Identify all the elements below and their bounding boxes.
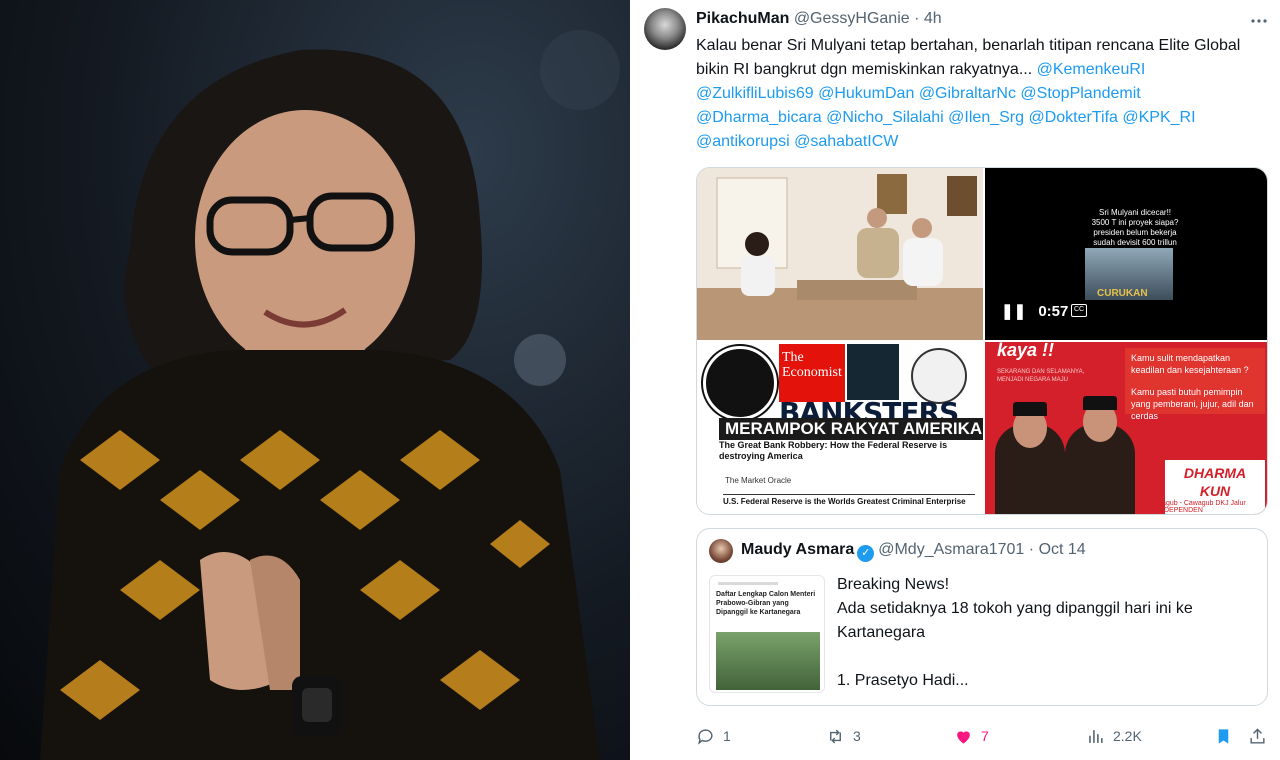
mention-link[interactable]: @ZulkifliLubis69	[696, 85, 814, 102]
tweet-body: Kalau benar Sri Mulyani tetap bertahan, …	[696, 37, 1241, 78]
meeting-photo[interactable]	[697, 168, 983, 340]
quote-line: Breaking News!	[837, 576, 950, 593]
views-chart-icon	[1089, 729, 1103, 743]
quote-avatar[interactable]	[709, 539, 733, 563]
mention-link[interactable]: @DokterTifa	[1028, 109, 1117, 126]
like-count: 7	[981, 728, 989, 744]
media-grid: Sri Mulyani dicecar!! 3500 T ini proyek …	[696, 167, 1268, 515]
mention-link[interactable]: @Dharma_bicara	[696, 109, 822, 126]
poster-cagub: Cagub - Cawagub DKJ Jalur INDEPENDEN	[1157, 500, 1246, 514]
quote-display-name[interactable]: Maudy Asmara	[741, 541, 854, 558]
video-duration: 0:57	[1038, 303, 1069, 320]
video-player[interactable]: Sri Mulyani dicecar!! 3500 T ini proyek …	[985, 168, 1267, 340]
tweet-card[interactable]: PikachuMan @GessyHGanie · 4h Kalau benar…	[630, 0, 1280, 760]
quote-line: 1. Prasetyo Hadi...	[837, 672, 969, 689]
reply-icon	[697, 728, 713, 745]
collage-footer: U.S. Federal Reserve is the Worlds Great…	[723, 494, 975, 508]
heart-filled-icon	[957, 730, 970, 744]
poster-dharma: DHARMA	[1183, 465, 1247, 481]
separator-dot: ·	[914, 10, 920, 27]
display-name[interactable]: PikachuMan	[696, 10, 789, 27]
mention-link[interactable]: @HukumDan	[818, 85, 914, 102]
economist-logo: The Economist	[779, 344, 845, 402]
collage-source: The Market Oracle	[725, 476, 792, 485]
bookmark-button[interactable]	[1214, 724, 1233, 748]
collage-banner: MERAMPOK RAKYAT AMERIKA	[719, 418, 983, 440]
federal-reserve-collage[interactable]: The Economist BANKSTERS MERAMPOK RAKYAT …	[697, 342, 983, 514]
quote-handle[interactable]: @Mdy_Asmara1701	[878, 541, 1024, 558]
tweet-header: PikachuMan @GessyHGanie · 4h	[696, 10, 942, 28]
candidate-cap	[1083, 396, 1117, 410]
poster-question-2: Kamu pasti butuh pemimpin yang pemberani…	[1131, 387, 1254, 421]
play-icon[interactable]: ▶	[711, 480, 722, 497]
views-count: 2.2K	[1113, 728, 1142, 744]
closed-captions-button[interactable]: CC	[1071, 304, 1087, 317]
mention-link[interactable]: @StopPlandemit	[1020, 85, 1140, 102]
like-button[interactable]: 7	[954, 724, 989, 748]
thumb-title: Daftar Lengkap Calon Menteri Prabowo-Gib…	[716, 591, 816, 616]
campaign-poster[interactable]: kaya !! SEKARANG DAN SELAMANYA, MENJADI …	[985, 342, 1267, 514]
separator-dot: ·	[1028, 541, 1035, 558]
quote-thumbnail[interactable]: Daftar Lengkap Calon Menteri Prabowo-Gib…	[709, 575, 825, 693]
verified-badge-icon: ✓	[857, 545, 875, 562]
collage-headline: The Great Bank Robbery: How the Federal …	[719, 440, 948, 461]
video-caption: CURUKAN	[1097, 288, 1148, 299]
more-horizontal-icon[interactable]	[1250, 12, 1268, 35]
poster-kaya: kaya !!	[997, 342, 1055, 360]
video-overlay-text: Sri Mulyani dicecar!! 3500 T ini proyek …	[1091, 208, 1179, 247]
thumb-dateline	[718, 582, 778, 585]
share-icon	[1250, 727, 1265, 744]
retweet-icon	[830, 729, 841, 743]
mention-link[interactable]: @sahabatICW	[794, 133, 898, 150]
candidate-cap	[1013, 402, 1047, 416]
federal-reserve-seal	[703, 346, 777, 420]
portrait-illustration	[40, 30, 620, 760]
mention-link[interactable]: @Ilen_Srg	[948, 109, 1024, 126]
economist-cover	[847, 344, 899, 400]
bookmark-filled-icon	[1218, 728, 1229, 744]
tweet-actions: 1 3 7 2.2K	[696, 724, 1270, 748]
poster-kun: KUN	[1199, 483, 1231, 499]
pause-icon[interactable]: ❚❚	[1001, 303, 1026, 320]
tweet-text: Kalau benar Sri Mulyani tetap bertahan, …	[696, 34, 1256, 154]
woman-portrait-photo	[0, 0, 630, 760]
quote-text: Breaking News! Ada setidaknya 18 tokoh y…	[837, 573, 1257, 693]
mention-link[interactable]: @Nicho_Silalahi	[826, 109, 944, 126]
views-button[interactable]: 2.2K	[1086, 724, 1142, 748]
retweet-button[interactable]: 3	[826, 724, 861, 748]
quote-header: Maudy Asmara ✓ @Mdy_Asmara1701 · Oct 14	[741, 541, 1086, 562]
quoted-tweet[interactable]: Maudy Asmara ✓ @Mdy_Asmara1701 · Oct 14 Da…	[696, 528, 1268, 706]
tweet-timestamp[interactable]: 4h	[924, 10, 942, 27]
video-controls[interactable]: ❚❚ 0:57	[1001, 302, 1068, 320]
share-button[interactable]	[1248, 724, 1267, 748]
retweet-count: 3	[853, 728, 861, 744]
user-avatar[interactable]	[644, 8, 686, 50]
reply-count: 1	[723, 728, 731, 744]
thumb-photo	[716, 632, 820, 690]
mention-link[interactable]: @KPK_RI	[1122, 109, 1195, 126]
mention-link[interactable]: @GibraltarNc	[919, 85, 1016, 102]
user-handle[interactable]: @GessyHGanie	[794, 10, 910, 27]
quote-line: Ada setidaknya 18 tokoh yang dipanggil h…	[837, 600, 1193, 641]
mention-link[interactable]: @KemenkeuRI	[1037, 61, 1146, 78]
quote-timestamp[interactable]: Oct 14	[1039, 541, 1086, 558]
poster-tagline: SEKARANG DAN SELAMANYA, MENJADI NEGARA M…	[997, 369, 1085, 383]
mention-link[interactable]: @antikorupsi	[696, 133, 790, 150]
reply-button[interactable]: 1	[696, 724, 731, 748]
